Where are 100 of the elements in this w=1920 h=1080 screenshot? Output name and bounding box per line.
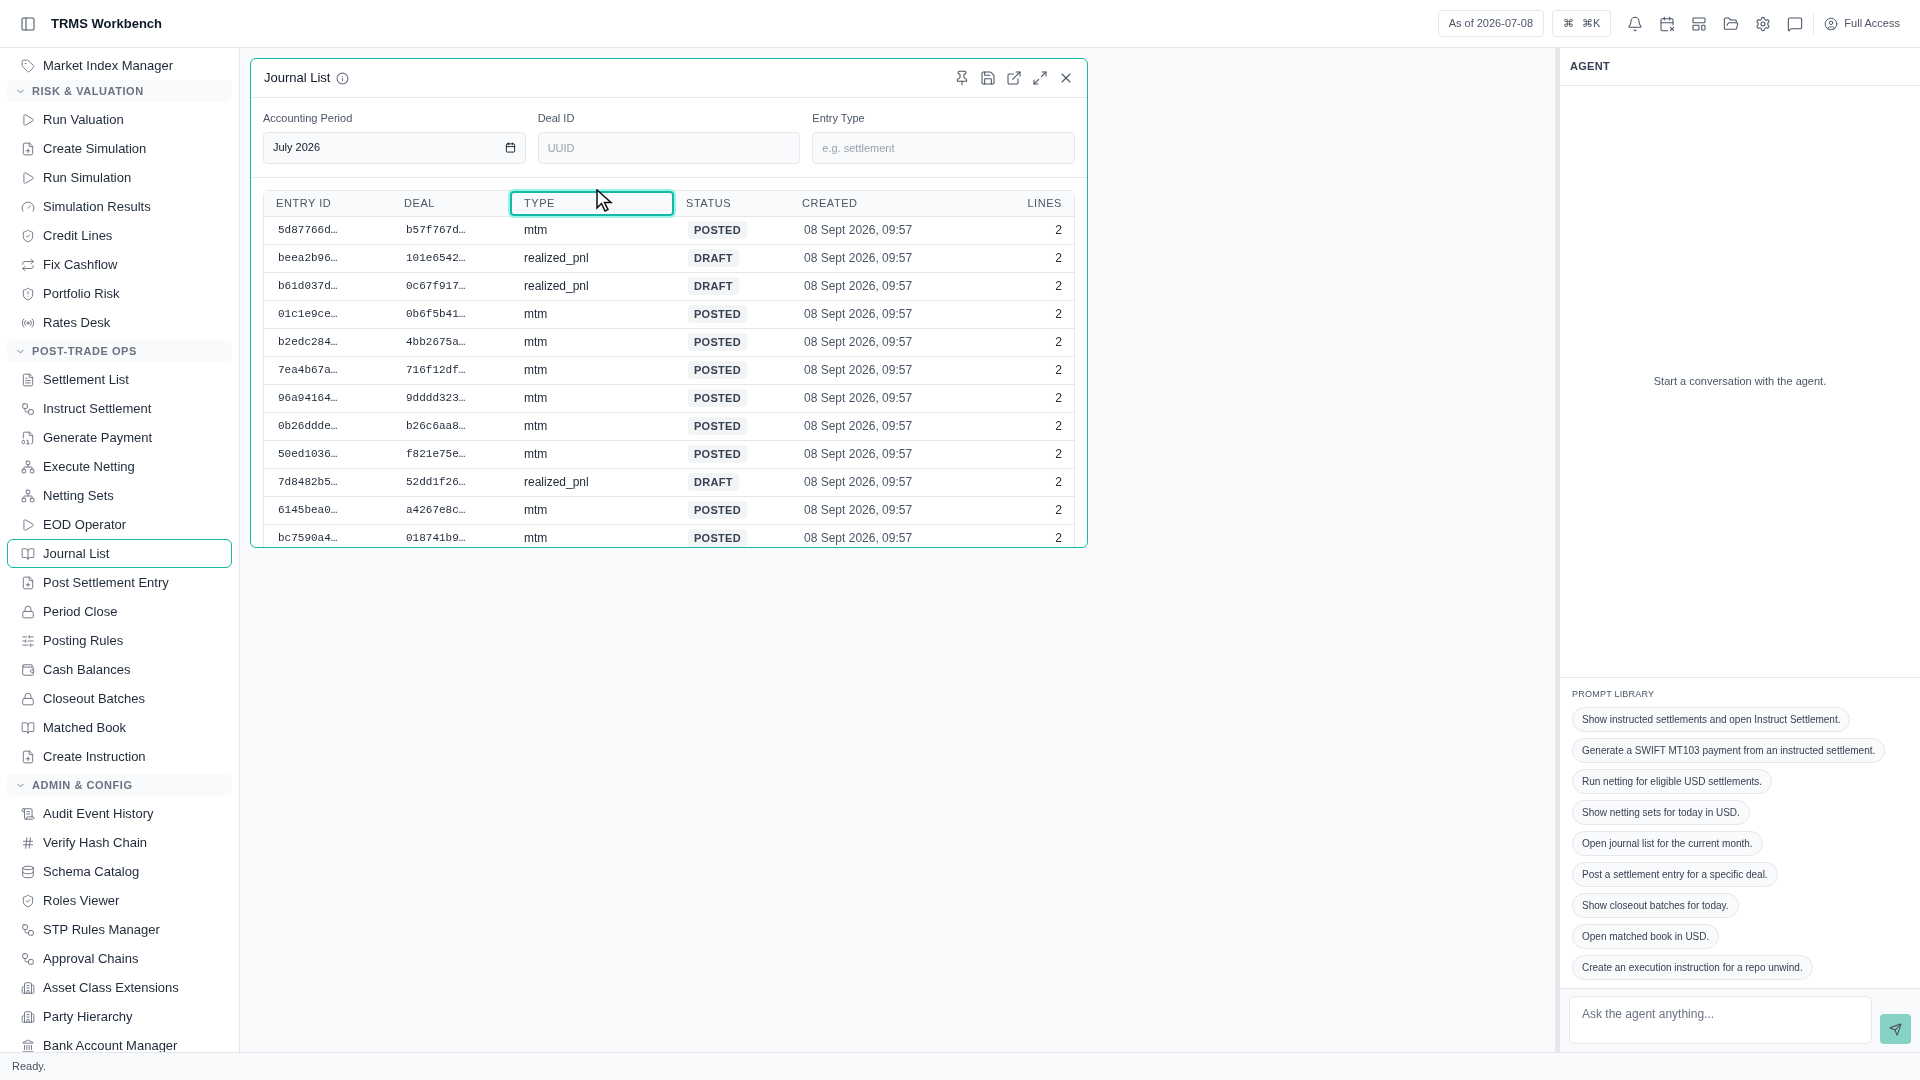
sidebar-item[interactable]: EOD Operator (7, 510, 232, 539)
calendar-icon (504, 142, 516, 153)
sidebar-item[interactable]: Matched Book (7, 713, 232, 742)
sidebar-item[interactable]: Create Instruction (7, 742, 232, 771)
column-header[interactable]: ENTRY ID (264, 190, 392, 216)
table-cell-text: realized_pnl (524, 474, 589, 491)
sidebar-item[interactable]: Portfolio Risk (7, 279, 232, 308)
table-cell-text: 716f12df… (406, 362, 466, 378)
sidebar-item[interactable]: Asset Class Extensions (7, 973, 232, 1002)
filter-label: Entry Type (812, 111, 866, 126)
prompt-chip[interactable]: Generate a SWIFT MT103 payment from an instructed settlement. (1572, 738, 1886, 763)
table-cell-text: 08 Sept 2026, 09:57 (804, 222, 913, 239)
sidebar-item[interactable]: Create Simulation (7, 134, 232, 163)
table-cell-text: 2 (1055, 334, 1062, 351)
nav-icon (21, 141, 35, 156)
status-badge: POSTED (688, 360, 747, 380)
app-title: TRMS Workbench (51, 14, 162, 33)
nav-icon (21, 430, 35, 445)
nav-icon (21, 1009, 35, 1024)
sidebar-item[interactable]: Execute Netting (7, 452, 232, 481)
sidebar-item[interactable]: Market Index Manager (7, 51, 232, 80)
nav-icon (21, 58, 35, 73)
sidebar-item[interactable]: Closeout Batches (7, 684, 232, 713)
sidebar-item[interactable]: Instruct Settlement (7, 394, 232, 423)
column-header[interactable]: LINES (990, 190, 1074, 216)
sidebar-item[interactable]: Credit Lines (7, 221, 232, 250)
sidebar-item[interactable]: Schema Catalog (7, 857, 232, 886)
text-field[interactable]: UUID (537, 131, 801, 164)
sidebar-item[interactable]: Simulation Results (7, 192, 232, 221)
sidebar-item[interactable]: Verify Hash Chain (7, 828, 232, 857)
section-header[interactable]: RISK & VALUATION (7, 80, 232, 102)
table-cell-text: 0c67f917… (406, 278, 466, 294)
table-cell-text: 2 (1055, 530, 1062, 547)
table-cell-text: 2 (1055, 446, 1062, 463)
status-badge: POSTED (688, 500, 747, 520)
sidebar-item[interactable]: Cash Balances (7, 655, 232, 684)
folder-icon[interactable] (1723, 15, 1740, 32)
table-cell-text: mtm (524, 222, 548, 239)
sidebar-item[interactable]: Fix Cashflow (7, 250, 232, 279)
table-cell-text: mtm (524, 502, 548, 519)
nav-icon (21, 517, 35, 532)
sidebar-item[interactable]: Run Simulation (7, 163, 232, 192)
column-header[interactable]: STATUS (674, 190, 790, 216)
sidebar-item[interactable]: Posting Rules (7, 626, 232, 655)
sidebar-item[interactable]: Generate Payment (7, 423, 232, 452)
month-field[interactable]: July 2026 (263, 131, 526, 164)
table-cell-text: 08 Sept 2026, 09:57 (804, 334, 913, 351)
section-header[interactable]: ADMIN & CONFIG (7, 774, 232, 796)
calendar-icon[interactable] (1659, 15, 1676, 32)
sidebar-item[interactable]: Bank Account Manager (7, 1031, 232, 1052)
sidebar-item[interactable]: Period Close (7, 597, 232, 626)
sidebar-item[interactable]: Rates Desk (7, 308, 232, 337)
table-cell-text: 2 (1055, 474, 1062, 491)
sidebar-item[interactable]: Party Hierarchy (7, 1002, 232, 1031)
pin-icon[interactable] (954, 70, 970, 86)
table-cell-text: 08 Sept 2026, 09:57 (804, 474, 913, 491)
table-cell-text: 5d87766d… (278, 222, 338, 238)
user-access-button[interactable]: Full Access (1824, 15, 1900, 32)
nav-icon (21, 1038, 35, 1052)
status-badge: DRAFT (688, 276, 739, 296)
prompt-chip[interactable]: Show instructed settlements and open Instruct Settlement. (1572, 707, 1851, 732)
command-palette-button[interactable]: ⌘ ⌘K (1552, 10, 1612, 37)
bell-icon[interactable] (1627, 15, 1644, 32)
prompt-chip[interactable]: Show closeout batches for today. (1572, 893, 1739, 918)
prompt-chip[interactable]: Show netting sets for today in USD. (1572, 800, 1750, 825)
sidebar-item[interactable]: Settlement List (7, 365, 232, 394)
column-header[interactable]: TYPE (510, 190, 674, 216)
agent-input[interactable]: Ask the agent anything... (1569, 996, 1872, 1044)
table-cell-text: beea2b96… (278, 250, 338, 266)
sidebar-item[interactable]: Approval Chains (7, 944, 232, 973)
layout-icon[interactable] (1691, 15, 1708, 32)
maximize-icon[interactable] (1032, 70, 1048, 86)
column-header[interactable]: DEAL (392, 190, 510, 216)
sidebar-item[interactable]: Roles Viewer (7, 886, 232, 915)
prompt-chip[interactable]: Open matched book in USD. (1572, 924, 1720, 949)
settings-icon[interactable] (1755, 15, 1772, 32)
column-header[interactable]: CREATED (790, 190, 990, 216)
prompt-chip[interactable]: Create an execution instruction for a repo unwind. (1572, 955, 1813, 980)
nav-icon (21, 170, 35, 185)
status-badge: DRAFT (688, 472, 739, 492)
nav-icon (21, 893, 35, 908)
sidebar-toggle-icon[interactable] (20, 15, 36, 32)
info-icon[interactable] (336, 71, 350, 85)
sidebar-item[interactable]: Netting Sets (7, 481, 232, 510)
save-icon[interactable] (980, 70, 996, 86)
sidebar-item[interactable]: Audit Event History (7, 799, 232, 828)
sidebar-item[interactable]: Journal List (7, 539, 232, 568)
filter-label: Deal ID (537, 111, 576, 126)
sidebar-item[interactable]: Run Valuation (7, 105, 232, 134)
prompt-chip[interactable]: Run netting for eligible USD settlements. (1572, 769, 1773, 794)
sidebar-item[interactable]: Post Settlement Entry (7, 568, 232, 597)
prompt-chip[interactable]: Open journal list for the current month. (1572, 831, 1763, 856)
as-of-date[interactable]: As of 2026-07-08 (1437, 10, 1544, 37)
nav-icon (21, 806, 35, 821)
text-field[interactable]: e.g. settlement (812, 131, 1075, 164)
external-link-icon[interactable] (1006, 70, 1022, 86)
prompt-chip[interactable]: Post a settlement entry for a specific deal. (1572, 862, 1778, 887)
section-header[interactable]: POST-TRADE OPS (7, 340, 232, 362)
sidebar-item[interactable]: STP Rules Manager (7, 915, 232, 944)
chat-icon[interactable] (1787, 15, 1804, 32)
